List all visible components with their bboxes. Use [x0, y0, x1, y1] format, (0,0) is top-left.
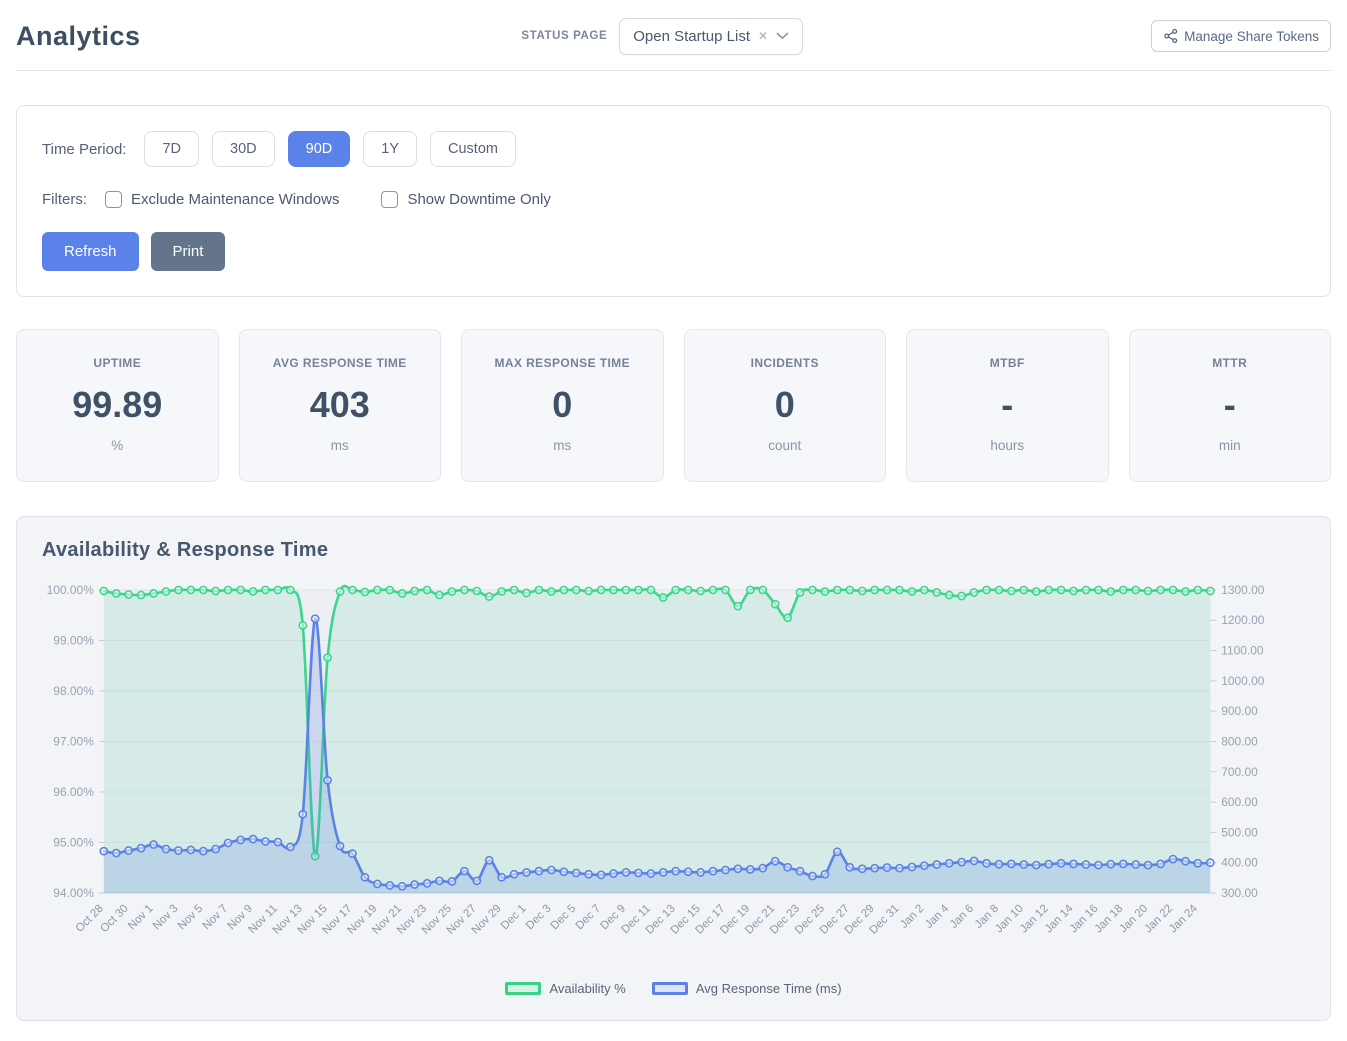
legend-item-response-time: Avg Response Time (ms) [652, 981, 842, 996]
availability-chart-panel: Availability & Response Time 94.00% 95.00… [16, 516, 1331, 1021]
svg-text:Oct 30: Oct 30 [98, 903, 130, 935]
stat-card-mttr: MTTR - min [1129, 329, 1332, 482]
time-period-90d-button[interactable]: 90D [288, 131, 351, 167]
status-page-selected-value: Open Startup List [633, 28, 750, 45]
svg-text:98.00%: 98.00% [53, 684, 94, 698]
svg-text:Jan 4: Jan 4 [923, 902, 952, 931]
time-period-30d-button[interactable]: 30D [212, 131, 275, 167]
svg-text:Dec 3: Dec 3 [524, 903, 554, 933]
time-period-7d-button[interactable]: 7D [144, 131, 199, 167]
svg-text:600.00: 600.00 [1221, 795, 1258, 809]
page-title: Analytics [16, 21, 141, 52]
checkbox-icon[interactable] [381, 191, 398, 208]
svg-text:900.00: 900.00 [1221, 704, 1258, 718]
filters-row: Filters: Exclude Maintenance Windows Sho… [42, 191, 1305, 208]
stat-label: MTTR [1140, 356, 1321, 370]
stat-value: 99.89 [27, 384, 208, 426]
svg-text:95.00%: 95.00% [53, 835, 94, 849]
clear-selection-icon[interactable]: ✕ [758, 30, 768, 42]
filters-label: Filters: [42, 191, 87, 208]
show-downtime-label: Show Downtime Only [407, 191, 550, 208]
chart-canvas[interactable]: 94.00% 95.00% 96.00% 97.00% 98.00% 99.00% 100.… [42, 576, 1305, 979]
svg-text:100.00%: 100.00% [47, 583, 95, 597]
stat-value: - [1140, 384, 1321, 426]
status-page-selector-group: STATUS PAGE Open Startup List ✕ [521, 18, 803, 55]
svg-text:Jan 6: Jan 6 [948, 903, 976, 931]
svg-text:1200.00: 1200.00 [1221, 613, 1265, 627]
stat-label: MAX RESPONSE TIME [472, 356, 653, 370]
chevron-down-icon [776, 32, 789, 40]
availability-swatch-icon [505, 982, 541, 995]
svg-text:800.00: 800.00 [1221, 734, 1258, 748]
checkbox-icon[interactable] [105, 191, 122, 208]
svg-text:Jan 2: Jan 2 [898, 903, 926, 931]
svg-text:97.00%: 97.00% [53, 734, 94, 748]
manage-share-tokens-button[interactable]: Manage Share Tokens [1151, 20, 1331, 52]
svg-text:1000.00: 1000.00 [1221, 674, 1265, 688]
stat-label: MTBF [917, 356, 1098, 370]
stat-unit: hours [917, 438, 1098, 453]
stat-card-avg-response: AVG RESPONSE TIME 403 ms [239, 329, 442, 482]
chart-legend: Availability % Avg Response Time (ms) [42, 981, 1305, 996]
svg-text:Nov 5: Nov 5 [176, 903, 206, 933]
stat-value: 0 [695, 384, 876, 426]
legend-label: Availability % [549, 981, 625, 996]
svg-text:300.00: 300.00 [1221, 886, 1258, 900]
time-period-label: Time Period: [42, 141, 126, 158]
svg-text:99.00%: 99.00% [53, 633, 94, 647]
stat-label: INCIDENTS [695, 356, 876, 370]
stat-card-uptime: UPTIME 99.89 % [16, 329, 219, 482]
stat-card-max-response: MAX RESPONSE TIME 0 ms [461, 329, 664, 482]
svg-text:Nov 3: Nov 3 [151, 903, 181, 933]
stat-unit: ms [472, 438, 653, 453]
svg-text:1100.00: 1100.00 [1221, 644, 1264, 658]
stat-label: UPTIME [27, 356, 208, 370]
svg-text:500.00: 500.00 [1221, 825, 1258, 839]
svg-text:Nov 1: Nov 1 [126, 903, 156, 933]
stat-card-incidents: INCIDENTS 0 count [684, 329, 887, 482]
svg-text:Jan 24: Jan 24 [1167, 902, 1200, 935]
stat-card-mtbf: MTBF - hours [906, 329, 1109, 482]
stat-unit: count [695, 438, 876, 453]
availability-response-chart[interactable]: 94.00% 95.00% 96.00% 97.00% 98.00% 99.00% 100.… [42, 576, 1305, 979]
actions-row: Refresh Print [42, 232, 1305, 271]
status-page-select[interactable]: Open Startup List ✕ [619, 18, 803, 55]
manage-share-tokens-label: Manage Share Tokens [1184, 29, 1319, 44]
status-page-label: STATUS PAGE [521, 30, 607, 42]
svg-text:96.00%: 96.00% [53, 785, 94, 799]
header-divider [16, 70, 1331, 71]
exclude-maintenance-checkbox[interactable]: Exclude Maintenance Windows [105, 191, 339, 208]
chart-title: Availability & Response Time [42, 539, 1305, 562]
filter-panel: Time Period: 7D 30D 90D 1Y Custom Filter… [16, 105, 1331, 297]
stat-value: 0 [472, 384, 653, 426]
refresh-button[interactable]: Refresh [42, 232, 139, 271]
svg-text:94.00%: 94.00% [53, 886, 94, 900]
exclude-maintenance-label: Exclude Maintenance Windows [131, 191, 339, 208]
stats-row: UPTIME 99.89 % AVG RESPONSE TIME 403 ms … [16, 329, 1331, 482]
share-icon [1163, 28, 1179, 44]
stat-value: - [917, 384, 1098, 426]
legend-item-availability: Availability % [505, 981, 625, 996]
show-downtime-checkbox[interactable]: Show Downtime Only [381, 191, 550, 208]
svg-text:700.00: 700.00 [1221, 765, 1258, 779]
svg-text:Dec 1: Dec 1 [499, 903, 529, 933]
legend-label: Avg Response Time (ms) [696, 981, 842, 996]
svg-text:Dec 5: Dec 5 [549, 903, 579, 933]
svg-text:1300.00: 1300.00 [1221, 583, 1265, 597]
stat-unit: ms [250, 438, 431, 453]
stat-value: 403 [250, 384, 431, 426]
stat-unit: min [1140, 438, 1321, 453]
time-period-1y-button[interactable]: 1Y [363, 131, 417, 167]
print-button[interactable]: Print [151, 232, 226, 271]
time-period-row: Time Period: 7D 30D 90D 1Y Custom [42, 131, 1305, 167]
header: Analytics STATUS PAGE Open Startup List … [16, 12, 1331, 60]
stat-label: AVG RESPONSE TIME [250, 356, 431, 370]
stat-unit: % [27, 438, 208, 453]
svg-text:Dec 7: Dec 7 [574, 903, 604, 933]
svg-text:Nov 7: Nov 7 [201, 903, 231, 933]
time-period-custom-button[interactable]: Custom [430, 131, 516, 167]
response-time-swatch-icon [652, 982, 688, 995]
svg-text:400.00: 400.00 [1221, 856, 1258, 870]
